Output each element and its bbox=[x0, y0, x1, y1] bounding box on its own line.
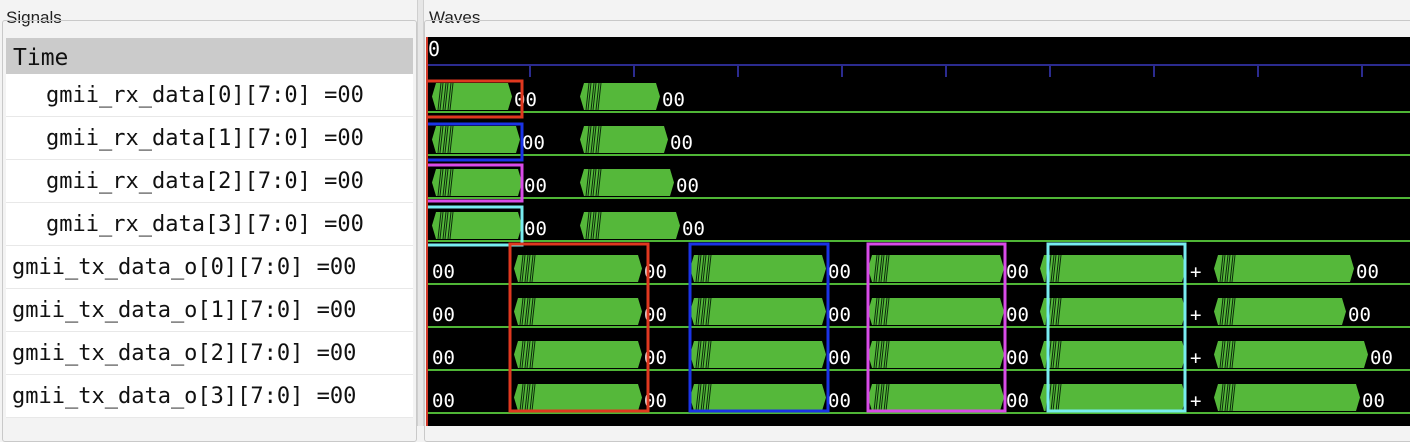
signal-name: gmii_rx_data[2][7:0] =00 bbox=[46, 169, 364, 194]
signal-name: gmii_rx_data[3][7:0] =00 bbox=[46, 212, 364, 237]
waveform-svg: 000 0000 0000 0000 0000 00 00 00 +0000 00 00 00 +000… bbox=[428, 37, 1410, 414]
value-label: 00 bbox=[676, 175, 699, 197]
signal-name: gmii_tx_data_o[1][7:0] =00 bbox=[12, 298, 357, 323]
data-transition-block bbox=[1040, 341, 1186, 368]
time-cursor[interactable] bbox=[426, 37, 428, 426]
signal-row-rx-3[interactable]: gmii_rx_data[3][7:0] =00 bbox=[6, 203, 413, 246]
value-label: 00 bbox=[828, 390, 851, 412]
plus-marker: + bbox=[1190, 304, 1201, 326]
data-transition-block bbox=[1040, 384, 1186, 411]
time-zero-label: 0 bbox=[428, 37, 440, 61]
signal-row-rx-1[interactable]: gmii_rx_data[1][7:0] =00 bbox=[6, 117, 413, 160]
value-label: 00 bbox=[1370, 347, 1393, 369]
value-label: 00 bbox=[828, 261, 851, 283]
data-transition-block bbox=[1214, 341, 1368, 368]
plus-marker: + bbox=[1190, 261, 1201, 283]
signal-row-tx-2[interactable]: gmii_tx_data_o[2][7:0] =00 bbox=[6, 332, 413, 375]
value-label: 00 bbox=[432, 390, 455, 412]
signal-name: gmii_rx_data[1][7:0] =00 bbox=[46, 126, 364, 151]
signal-name: gmii_tx_data_o[3][7:0] =00 bbox=[12, 384, 357, 409]
value-label: 00 bbox=[1006, 304, 1029, 326]
value-label: 00 bbox=[522, 132, 545, 154]
waveform-canvas[interactable]: 0 00 00 00 00 00 00 00 00 00 00 00 00 +00 00 00 00 00 +00 0… bbox=[428, 37, 1410, 426]
time-header: Time bbox=[6, 38, 413, 74]
value-label: 00 bbox=[432, 304, 455, 326]
value-label: 00 bbox=[432, 261, 455, 283]
signal-row-rx-0[interactable]: gmii_rx_data[0][7:0] =00 bbox=[6, 74, 413, 117]
signal-name: gmii_tx_data_o[2][7:0] =00 bbox=[12, 341, 357, 366]
value-label: 00 bbox=[1356, 261, 1379, 283]
data-transition-block bbox=[1040, 255, 1186, 282]
value-label: 00 bbox=[524, 218, 547, 240]
value-label: 00 bbox=[662, 89, 685, 111]
signal-row-tx-3[interactable]: gmii_tx_data_o[3][7:0] =00 bbox=[6, 375, 413, 418]
value-label: 00 bbox=[670, 132, 693, 154]
pane-splitter[interactable] bbox=[417, 0, 424, 426]
value-label: 00 bbox=[682, 218, 705, 240]
value-label: 00 bbox=[514, 89, 537, 111]
value-label: 00 bbox=[1362, 390, 1385, 412]
value-label: 00 bbox=[1006, 390, 1029, 412]
data-transition-block bbox=[1040, 298, 1186, 325]
signal-row-rx-2[interactable]: gmii_rx_data[2][7:0] =00 bbox=[6, 160, 413, 203]
signal-name: gmii_rx_data[0][7:0] =00 bbox=[46, 83, 364, 108]
value-label: 00 bbox=[828, 304, 851, 326]
data-transition-block bbox=[1214, 384, 1360, 411]
value-label: 00 bbox=[1006, 261, 1029, 283]
plus-marker: + bbox=[1190, 390, 1201, 412]
value-label: 00 bbox=[1348, 304, 1371, 326]
signals-list[interactable]: Time gmii_rx_data[0][7:0] =00 gmii_rx_da… bbox=[6, 38, 413, 426]
value-label: 00 bbox=[524, 175, 547, 197]
signal-row-tx-0[interactable]: gmii_tx_data_o[0][7:0] =00 bbox=[6, 246, 413, 289]
value-label: 00 bbox=[828, 347, 851, 369]
signal-name: gmii_tx_data_o[0][7:0] =00 bbox=[12, 255, 357, 280]
value-label: 00 bbox=[1006, 347, 1029, 369]
plus-marker: + bbox=[1190, 347, 1201, 369]
value-label: 00 bbox=[432, 347, 455, 369]
signal-row-tx-1[interactable]: gmii_tx_data_o[1][7:0] =00 bbox=[6, 289, 413, 332]
